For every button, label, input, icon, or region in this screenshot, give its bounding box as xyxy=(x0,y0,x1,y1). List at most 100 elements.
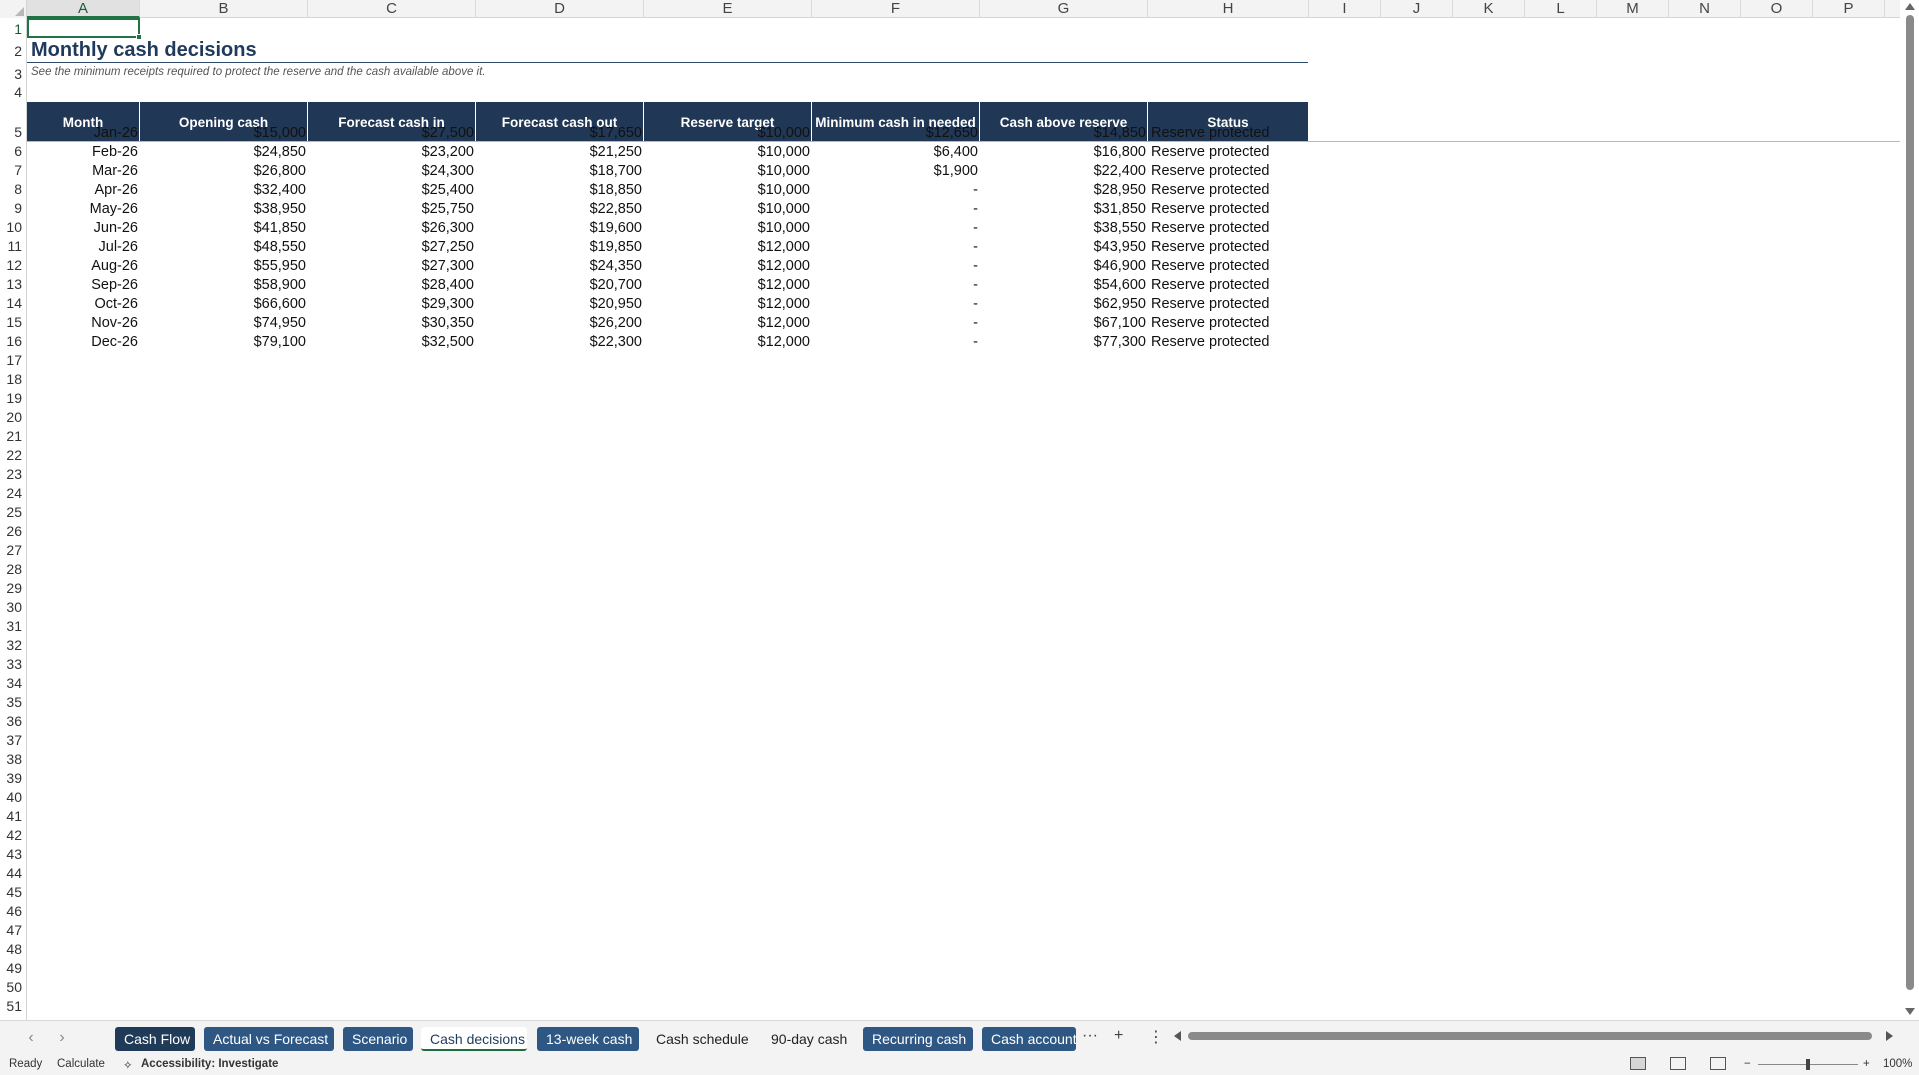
table-cell[interactable]: $25,750 xyxy=(308,200,476,219)
row-header[interactable]: 50 xyxy=(0,978,22,997)
table-cell[interactable]: $20,950 xyxy=(476,295,644,314)
column-header[interactable]: N xyxy=(1669,0,1741,18)
row-header[interactable]: 25 xyxy=(0,503,22,522)
calculate-button[interactable]: Calculate xyxy=(57,1058,105,1070)
table-cell[interactable]: $27,500 xyxy=(308,124,476,143)
table-cell[interactable]: Aug-26 xyxy=(27,257,140,276)
row-header[interactable]: 14 xyxy=(0,294,22,313)
row-header[interactable]: 27 xyxy=(0,541,22,560)
table-cell[interactable]: $10,000 xyxy=(644,219,812,238)
table-cell[interactable]: - xyxy=(812,314,980,333)
table-cell[interactable]: $43,950 xyxy=(980,238,1148,257)
table-cell[interactable]: $12,650 xyxy=(812,124,980,143)
table-cell[interactable]: Nov-26 xyxy=(27,314,140,333)
table-cell[interactable]: - xyxy=(812,238,980,257)
vertical-scroll-thumb[interactable] xyxy=(1906,15,1914,990)
table-cell[interactable]: $10,000 xyxy=(644,200,812,219)
row-header[interactable]: 3 xyxy=(0,65,22,84)
table-cell[interactable]: - xyxy=(812,333,980,352)
row-header[interactable]: 43 xyxy=(0,845,22,864)
table-cell[interactable]: $41,850 xyxy=(140,219,308,238)
row-header[interactable]: 47 xyxy=(0,921,22,940)
row-header[interactable]: 28 xyxy=(0,560,22,579)
row-header[interactable]: 6 xyxy=(0,142,22,161)
row-header[interactable]: 44 xyxy=(0,864,22,883)
table-cell[interactable]: $22,300 xyxy=(476,333,644,352)
table-cell[interactable]: $19,600 xyxy=(476,219,644,238)
row-header[interactable]: 29 xyxy=(0,579,22,598)
page-break-view-icon[interactable] xyxy=(1710,1057,1726,1070)
table-cell[interactable]: $28,950 xyxy=(980,181,1148,200)
column-header[interactable]: M xyxy=(1597,0,1669,18)
row-header[interactable]: 10 xyxy=(0,218,22,237)
table-cell[interactable]: $30,350 xyxy=(308,314,476,333)
column-header[interactable]: C xyxy=(308,0,476,18)
column-header[interactable]: F xyxy=(812,0,980,18)
table-cell[interactable]: $28,400 xyxy=(308,276,476,295)
table-cell[interactable]: - xyxy=(812,200,980,219)
table-cell[interactable]: $66,600 xyxy=(140,295,308,314)
table-cell[interactable]: Reserve protected xyxy=(1148,238,1309,257)
vertical-scrollbar[interactable] xyxy=(1900,0,1919,1020)
row-header[interactable]: 8 xyxy=(0,180,22,199)
sheet-grid[interactable]: Monthly cash decisions See the minimum r… xyxy=(27,18,1900,1020)
row-header[interactable]: 48 xyxy=(0,940,22,959)
row-header[interactable]: 35 xyxy=(0,693,22,712)
row-header[interactable]: 33 xyxy=(0,655,22,674)
table-cell[interactable]: $12,000 xyxy=(644,314,812,333)
row-header[interactable]: 17 xyxy=(0,351,22,370)
table-cell[interactable]: Reserve protected xyxy=(1148,200,1309,219)
row-header[interactable]: 9 xyxy=(0,199,22,218)
normal-view-icon[interactable] xyxy=(1630,1057,1646,1070)
table-cell[interactable]: Reserve protected xyxy=(1148,162,1309,181)
table-cell[interactable]: Reserve protected xyxy=(1148,314,1309,333)
table-cell[interactable]: $58,900 xyxy=(140,276,308,295)
table-cell[interactable]: Apr-26 xyxy=(27,181,140,200)
table-cell[interactable]: $12,000 xyxy=(644,333,812,352)
table-cell[interactable]: $27,250 xyxy=(308,238,476,257)
table-cell[interactable]: $12,000 xyxy=(644,276,812,295)
table-cell[interactable]: Oct-26 xyxy=(27,295,140,314)
table-cell[interactable]: Reserve protected xyxy=(1148,181,1309,200)
table-cell[interactable]: $27,300 xyxy=(308,257,476,276)
accessibility-status[interactable]: Accessibility: Investigate xyxy=(141,1058,278,1070)
row-header[interactable]: 15 xyxy=(0,313,22,332)
table-cell[interactable]: $54,600 xyxy=(980,276,1148,295)
table-cell[interactable]: $17,650 xyxy=(476,124,644,143)
row-header[interactable]: 1 xyxy=(0,20,22,39)
row-header[interactable]: 46 xyxy=(0,902,22,921)
table-cell[interactable]: Jun-26 xyxy=(27,219,140,238)
table-cell[interactable]: $21,250 xyxy=(476,143,644,162)
table-cell[interactable]: $6,400 xyxy=(812,143,980,162)
sheet-tab[interactable]: Cash decisions xyxy=(421,1027,527,1051)
table-cell[interactable]: $14,850 xyxy=(980,124,1148,143)
table-cell[interactable]: $22,400 xyxy=(980,162,1148,181)
table-cell[interactable]: $31,850 xyxy=(980,200,1148,219)
table-cell[interactable]: Dec-26 xyxy=(27,333,140,352)
sheet-tab[interactable]: Cash Flow xyxy=(115,1027,195,1051)
table-cell[interactable]: - xyxy=(812,295,980,314)
column-header[interactable]: L xyxy=(1525,0,1597,18)
column-header[interactable]: P xyxy=(1813,0,1885,18)
row-header[interactable]: 41 xyxy=(0,807,22,826)
row-header[interactable]: 2 xyxy=(0,42,22,61)
column-header[interactable]: G xyxy=(980,0,1148,18)
row-header[interactable]: 36 xyxy=(0,712,22,731)
table-cell[interactable]: $24,300 xyxy=(308,162,476,181)
row-header[interactable]: 24 xyxy=(0,484,22,503)
row-header[interactable]: 38 xyxy=(0,750,22,769)
table-cell[interactable]: $77,300 xyxy=(980,333,1148,352)
row-header[interactable]: 40 xyxy=(0,788,22,807)
table-cell[interactable]: Reserve protected xyxy=(1148,124,1309,143)
row-header[interactable]: 42 xyxy=(0,826,22,845)
column-header[interactable]: I xyxy=(1309,0,1381,18)
horizontal-scroll-thumb[interactable] xyxy=(1188,1032,1872,1040)
table-cell[interactable]: May-26 xyxy=(27,200,140,219)
table-cell[interactable]: Reserve protected xyxy=(1148,257,1309,276)
column-header[interactable]: A xyxy=(27,0,140,18)
tab-scroll-left-icon[interactable]: ‹ xyxy=(22,1029,40,1047)
table-cell[interactable]: $38,550 xyxy=(980,219,1148,238)
table-cell[interactable]: Feb-26 xyxy=(27,143,140,162)
table-cell[interactable]: Sep-26 xyxy=(27,276,140,295)
row-header[interactable]: 39 xyxy=(0,769,22,788)
